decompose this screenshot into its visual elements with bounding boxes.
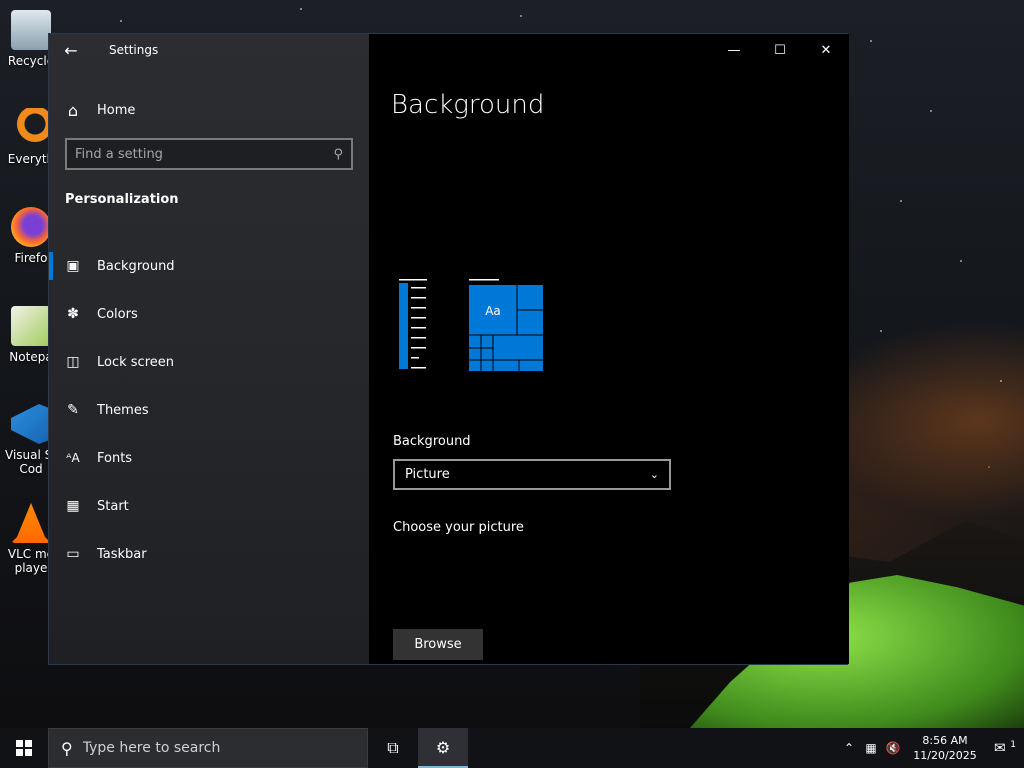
page-title: Background [391, 90, 545, 120]
minimize-button[interactable]: — [711, 34, 757, 66]
vlc-icon [11, 503, 51, 543]
clock-time: 8:56 AM [922, 734, 968, 747]
back-button[interactable]: ← [49, 34, 93, 66]
start-list-preview [399, 279, 427, 369]
search-icon: ⚲ [333, 146, 343, 162]
gear-icon: ⚙ [435, 737, 451, 757]
minimize-icon: — [727, 42, 741, 58]
home-link[interactable]: ⌂ Home [49, 94, 369, 126]
notification-center-button[interactable]: ✉ 1 [986, 740, 1024, 757]
background-type-label: Background [393, 434, 471, 449]
find-setting-input[interactable] [75, 146, 334, 162]
tile-grid-preview: Aa [469, 279, 543, 371]
notification-count: 1 [1010, 739, 1016, 750]
nav-item-lock-screen[interactable]: ◫ Lock screen [49, 338, 369, 386]
maximize-icon: ☐ [774, 42, 786, 58]
fonts-icon: ᴬA [66, 451, 80, 465]
windows-logo-icon [16, 740, 32, 756]
nav-item-colors[interactable]: ✽ Colors [49, 290, 369, 338]
nav-item-label: Start [97, 498, 129, 514]
close-icon: ✕ [820, 42, 832, 58]
notepad-plus-plus-icon [11, 306, 51, 346]
taskbar: ⚲ ⧉ ⚙ ⌃ ▦ 🔇 8:56 AM 11/20/2025 ✉ 1 [0, 728, 1024, 768]
start-button[interactable] [0, 728, 48, 768]
task-view-icon: ⧉ [387, 738, 399, 757]
window-title: Settings [109, 43, 159, 57]
home-label: Home [97, 102, 136, 118]
system-tray: ⌃ ▦ 🔇 8:56 AM 11/20/2025 ✉ 1 [838, 728, 1024, 768]
home-icon: ⌂ [67, 100, 79, 120]
nav-item-label: Colors [97, 306, 138, 322]
find-setting-box[interactable]: ⚲ [65, 138, 353, 170]
notification-icon: ✉ [994, 740, 1006, 757]
chevron-up-icon[interactable]: ⌃ [838, 741, 860, 755]
nav-item-background[interactable]: ▣ Background [49, 242, 369, 290]
firefox-icon [11, 207, 51, 247]
taskbar-icon: ▭ [66, 546, 80, 562]
dropdown-selected-value: Picture [405, 467, 450, 482]
settings-window: ← Settings ⌂ Home ⚲ Personalization ▣ Ba… [48, 33, 849, 665]
arrow-left-icon: ← [64, 40, 78, 60]
nav-item-label: Themes [97, 402, 149, 418]
picture-icon: ▣ [66, 258, 80, 274]
nav-item-label: Lock screen [97, 354, 174, 370]
recycle-bin-icon [11, 10, 51, 50]
search-icon: ⚲ [61, 738, 73, 758]
choose-picture-label: Choose your picture [393, 520, 524, 535]
background-type-dropdown[interactable]: Picture ⌄ [393, 459, 671, 490]
vscode-icon [11, 404, 51, 444]
themes-icon: ✎ [67, 402, 79, 418]
settings-sidebar: ← Settings ⌂ Home ⚲ Personalization ▣ Ba… [49, 34, 369, 664]
close-button[interactable]: ✕ [803, 34, 849, 66]
nav-item-label: Fonts [97, 450, 133, 466]
taskbar-search-box[interactable]: ⚲ [48, 728, 368, 768]
network-icon[interactable]: ▦ [860, 741, 882, 755]
start-icon: ▦ [66, 498, 80, 514]
clock[interactable]: 8:56 AM 11/20/2025 [910, 733, 980, 763]
nav-list: ▣ Background ✽ Colors ◫ Lock screen ✎ Th… [49, 242, 369, 578]
clock-date: 11/20/2025 [913, 749, 977, 762]
volume-muted-icon[interactable]: 🔇 [882, 741, 904, 755]
browse-button[interactable]: Browse [393, 629, 483, 660]
maximize-button[interactable]: ☐ [757, 34, 803, 66]
background-preview: Aa [399, 279, 543, 371]
nav-item-themes[interactable]: ✎ Themes [49, 386, 369, 434]
nav-item-start[interactable]: ▦ Start [49, 482, 369, 530]
section-title: Personalization [65, 192, 179, 207]
chevron-down-icon: ⌄ [649, 468, 659, 481]
everything-search-icon [11, 108, 51, 148]
lock-screen-icon: ◫ [66, 354, 80, 370]
nav-item-taskbar[interactable]: ▭ Taskbar [49, 530, 369, 578]
titlebar: ← Settings [49, 34, 369, 66]
nav-item-label: Taskbar [97, 546, 147, 562]
preview-sample-text: Aa [485, 304, 501, 318]
taskbar-search-input[interactable] [82, 740, 343, 756]
taskbar-settings-button[interactable]: ⚙ [418, 728, 468, 768]
nav-item-fonts[interactable]: ᴬA Fonts [49, 434, 369, 482]
palette-icon: ✽ [67, 306, 79, 322]
nav-item-label: Background [97, 258, 175, 274]
settings-main-pane: — ☐ ✕ Background Aa Background Picture ⌄… [369, 34, 849, 664]
window-controls: — ☐ ✕ [711, 34, 849, 66]
task-view-button[interactable]: ⧉ [368, 728, 418, 768]
